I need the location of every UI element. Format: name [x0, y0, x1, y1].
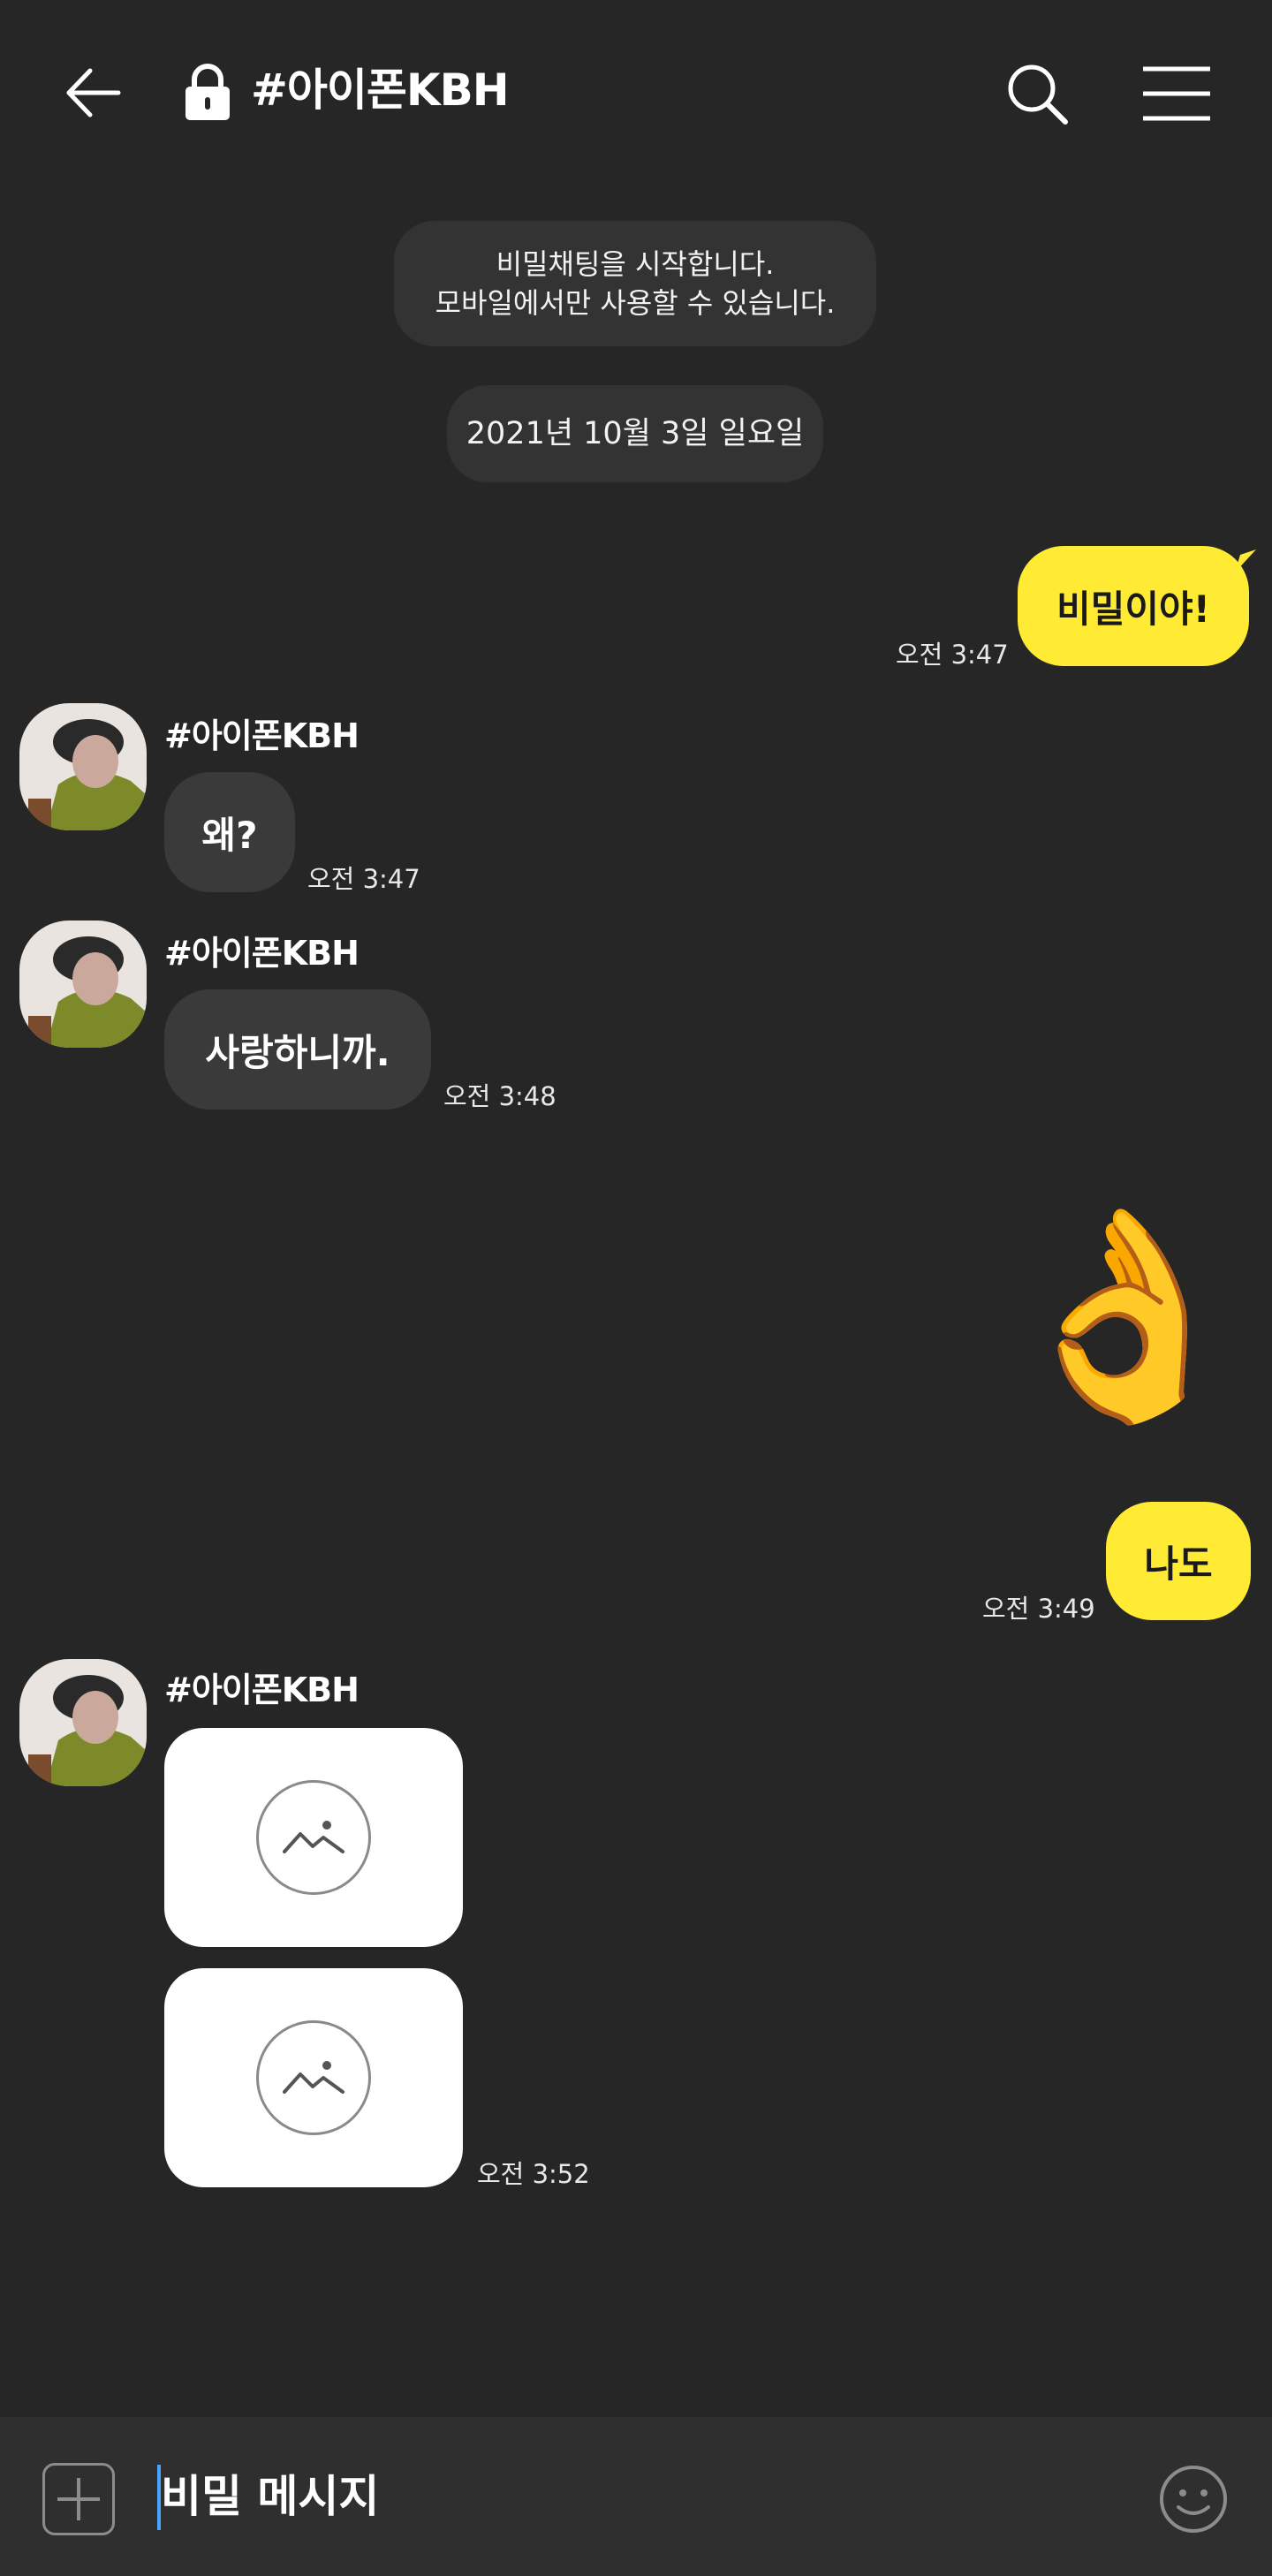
other-message-bubble[interactable]: 사랑하니까. — [164, 989, 431, 1110]
avatar-photo — [19, 921, 147, 1048]
avatar[interactable] — [19, 703, 147, 830]
search-icon — [1008, 64, 1068, 125]
emoticon-button[interactable] — [1154, 2459, 1233, 2539]
my-message-bubble[interactable]: 비밀이야! — [1018, 546, 1249, 666]
ok-hand-emoji[interactable]: 👌 — [998, 1175, 1251, 1458]
image-placeholder-icon — [256, 1780, 371, 1895]
sender-name: #아이폰KBH — [164, 716, 360, 755]
sender-name: #아이폰KBH — [164, 934, 360, 973]
message-time: 오전 3:49 — [982, 1594, 1095, 1624]
secret-chat-notice: 비밀채팅을 시작합니다. 모바일에서만 사용할 수 있습니다. — [394, 221, 876, 346]
image-placeholder-icon — [256, 2020, 371, 2135]
mountain-image-icon — [283, 1821, 344, 1853]
message-time: 오전 3:48 — [443, 1081, 556, 1111]
chat-title: #아이폰KBH — [251, 64, 510, 116]
avatar-photo — [19, 1659, 147, 1786]
search-button[interactable] — [998, 55, 1078, 134]
smiley-icon — [1160, 2466, 1227, 2533]
attach-button[interactable] — [42, 2463, 115, 2535]
other-message-bubble[interactable]: 왜? — [164, 772, 295, 892]
my-message-bubble[interactable]: 나도 — [1106, 1502, 1251, 1620]
lock-icon — [186, 64, 230, 120]
sender-name: #아이폰KBH — [164, 1671, 360, 1709]
secret-notice-line2: 모바일에서만 사용할 수 있습니다. — [435, 286, 836, 320]
message-time: 오전 3:47 — [307, 864, 420, 894]
back-button[interactable] — [53, 53, 132, 133]
arrow-left-icon — [66, 68, 121, 117]
plus-icon — [57, 2478, 100, 2520]
image-attachment[interactable] — [164, 1968, 463, 2187]
message-time: 오전 3:52 — [477, 2159, 590, 2189]
avatar-photo — [19, 703, 147, 830]
mountain-image-icon — [283, 2061, 344, 2094]
menu-button[interactable] — [1132, 55, 1221, 134]
secret-notice-line1: 비밀채팅을 시작합니다. — [496, 247, 775, 281]
hamburger-menu-icon — [1143, 66, 1210, 121]
date-divider: 2021년 10월 3일 일요일 — [447, 385, 823, 482]
image-attachment[interactable] — [164, 1728, 463, 1947]
avatar[interactable] — [19, 1659, 147, 1786]
avatar[interactable] — [19, 921, 147, 1048]
bubble-tail — [1235, 549, 1256, 572]
message-time: 오전 3:47 — [896, 640, 1009, 670]
message-input[interactable]: 비밀 메시지 — [161, 2463, 379, 2530]
